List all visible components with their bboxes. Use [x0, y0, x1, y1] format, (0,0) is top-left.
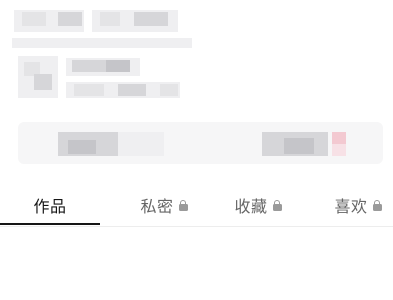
tab-divider — [0, 226, 393, 227]
profile-header-blurred — [0, 0, 393, 110]
tab-likes-label: 喜欢 — [334, 197, 368, 216]
blurred-block — [72, 60, 106, 72]
blurred-block — [74, 84, 104, 96]
tab-works[interactable]: 作品 — [0, 186, 100, 224]
blurred-block — [34, 74, 52, 90]
blurred-block — [68, 140, 96, 154]
blurred-block — [332, 132, 346, 144]
tab-likes[interactable]: 喜欢 — [308, 186, 393, 224]
blurred-block — [284, 138, 314, 154]
tab-favorites-label: 收藏 — [234, 197, 268, 216]
blurred-block — [160, 84, 178, 96]
blurred-block — [12, 38, 192, 48]
blurred-block — [118, 132, 164, 156]
active-tab-indicator — [0, 223, 100, 225]
tab-private[interactable]: 私密 — [114, 186, 214, 224]
lock-icon — [178, 199, 188, 211]
tab-private-label: 私密 — [140, 197, 174, 216]
tab-works-label: 作品 — [33, 197, 67, 216]
lock-icon — [272, 199, 282, 211]
blurred-block — [106, 60, 130, 72]
blurred-block — [134, 12, 168, 26]
blurred-block — [22, 12, 46, 26]
lock-icon — [372, 199, 382, 211]
tab-favorites[interactable]: 收藏 — [208, 186, 308, 224]
blurred-block — [332, 144, 346, 156]
profile-tab-bar: 作品 私密 收藏 喜欢 — [0, 186, 393, 228]
blurred-block — [58, 12, 82, 26]
blurred-block — [118, 84, 146, 96]
blurred-block — [100, 12, 120, 26]
